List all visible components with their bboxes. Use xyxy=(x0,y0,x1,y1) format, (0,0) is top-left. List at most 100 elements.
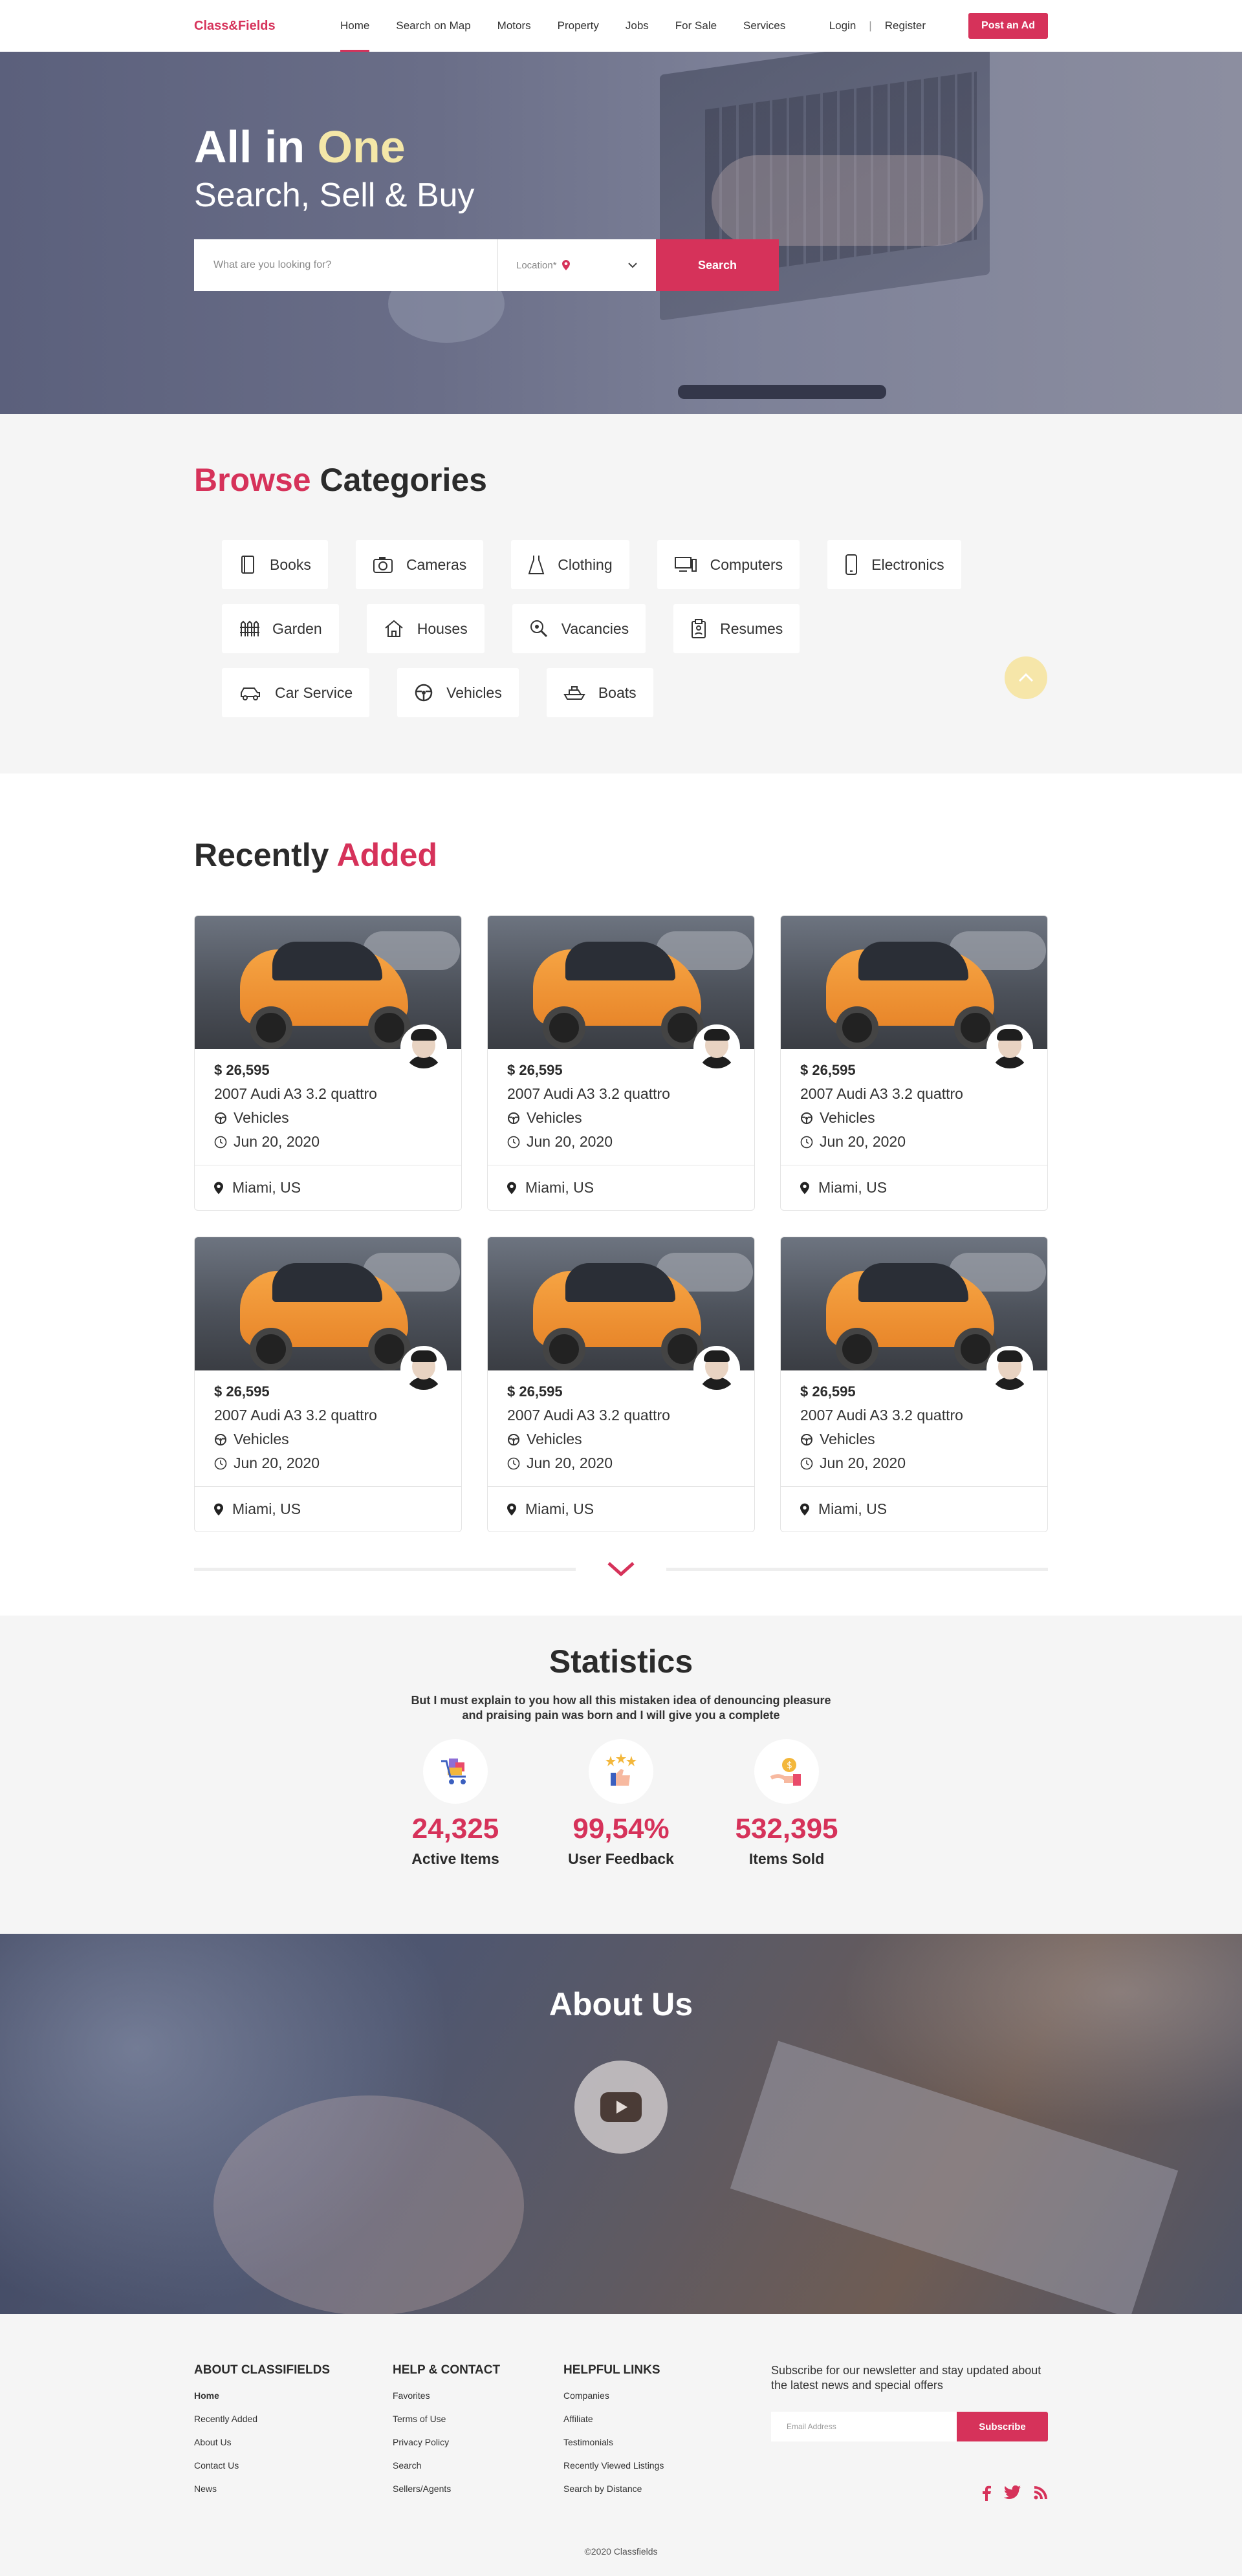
category-car-service[interactable]: Car Service xyxy=(222,668,370,717)
listing-location-label: Miami, US xyxy=(232,1179,301,1196)
login-link[interactable]: Login xyxy=(829,19,856,32)
nav-item-motors[interactable]: Motors xyxy=(497,0,531,52)
hand-coin-icon: $ xyxy=(754,1738,819,1804)
footer-col-helpful: HELPFUL LINKS Companies Affiliate Testim… xyxy=(563,2363,771,2507)
listing-location-label: Miami, US xyxy=(525,1179,594,1196)
avatar-hair xyxy=(997,1029,1023,1041)
register-link[interactable]: Register xyxy=(885,19,926,32)
listing-category-label: Vehicles xyxy=(527,1431,582,1447)
listing-title[interactable]: 2007 Audi A3 3.2 quattro xyxy=(507,1085,735,1103)
category-vehicles[interactable]: Vehicles xyxy=(397,668,519,717)
facebook-icon[interactable] xyxy=(982,2485,991,2501)
map-pin-icon xyxy=(800,1182,809,1194)
category-vacancies[interactable]: Vacancies xyxy=(512,604,646,653)
footer-link-home[interactable]: Home xyxy=(194,2390,393,2401)
listing-card[interactable]: $ 26,595 2007 Audi A3 3.2 quattro Vehicl… xyxy=(780,915,1048,1211)
listing-card[interactable]: $ 26,595 2007 Audi A3 3.2 quattro Vehicl… xyxy=(780,1237,1048,1532)
listing-location-label: Miami, US xyxy=(818,1500,888,1517)
footer-link-affiliate[interactable]: Affiliate xyxy=(563,2414,771,2424)
seller-avatar[interactable] xyxy=(986,1024,1033,1071)
seller-avatar[interactable] xyxy=(986,1346,1033,1392)
top-header: Class&Fields Home Search on Map Motors P… xyxy=(0,0,1242,52)
post-ad-button[interactable]: Post an Ad xyxy=(968,13,1048,39)
listing-title[interactable]: 2007 Audi A3 3.2 quattro xyxy=(507,1407,735,1424)
nav-item-home[interactable]: Home xyxy=(340,0,370,52)
location-select[interactable]: Location* xyxy=(498,239,656,291)
nav-item-property[interactable]: Property xyxy=(558,0,599,52)
email-field[interactable]: Email Address xyxy=(771,2412,957,2441)
footer-link-sellers[interactable]: Sellers/Agents xyxy=(393,2484,563,2494)
category-books[interactable]: Books xyxy=(222,540,328,589)
footer-link-recently-added[interactable]: Recently Added xyxy=(194,2414,393,2424)
footer-link-about-us[interactable]: About Us xyxy=(194,2437,393,2447)
site-logo[interactable]: Class&Fields xyxy=(194,19,340,34)
category-resumes[interactable]: Resumes xyxy=(673,604,800,653)
search-button[interactable]: Search xyxy=(656,239,779,291)
rss-icon[interactable] xyxy=(1034,2485,1048,2500)
hero-title: All in One xyxy=(194,124,1048,169)
nav-item-search-on-map[interactable]: Search on Map xyxy=(396,0,470,52)
map-pin-icon xyxy=(214,1182,223,1194)
location-label: Location* xyxy=(516,259,557,271)
category-houses[interactable]: Houses xyxy=(366,604,485,653)
category-cameras[interactable]: Cameras xyxy=(355,540,484,589)
steering-wheel-icon xyxy=(508,1433,519,1445)
listing-card[interactable]: $ 26,595 2007 Audi A3 3.2 quattro Vehicl… xyxy=(194,915,462,1211)
listing-category: Vehicles xyxy=(214,1431,442,1448)
footer-link-search-distance[interactable]: Search by Distance xyxy=(563,2484,771,2494)
category-electronics[interactable]: Electronics xyxy=(827,540,961,589)
footer-link-news[interactable]: News xyxy=(194,2484,393,2494)
listing-card[interactable]: $ 26,595 2007 Audi A3 3.2 quattro Vehicl… xyxy=(487,915,755,1211)
svg-text:$: $ xyxy=(787,1760,792,1771)
footer-col-help: HELP & CONTACT Favorites Terms of Use Pr… xyxy=(393,2363,563,2507)
listing-category: Vehicles xyxy=(800,1109,1028,1127)
footer-link-privacy[interactable]: Privacy Policy xyxy=(393,2437,563,2447)
statistics-title: Statistics xyxy=(549,1643,693,1680)
listing-title[interactable]: 2007 Audi A3 3.2 quattro xyxy=(214,1085,442,1103)
twitter-icon[interactable] xyxy=(1004,2485,1021,2500)
listing-card[interactable]: $ 26,595 2007 Audi A3 3.2 quattro Vehicl… xyxy=(194,1237,462,1532)
footer-link-testimonials[interactable]: Testimonials xyxy=(563,2437,771,2447)
listing-category: Vehicles xyxy=(800,1431,1028,1448)
category-garden[interactable]: Garden xyxy=(222,604,339,653)
nav-item-services[interactable]: Services xyxy=(743,0,785,52)
load-more-chevron-icon[interactable] xyxy=(604,1559,638,1579)
seller-avatar[interactable] xyxy=(400,1346,447,1392)
footer-link-recently-viewed[interactable]: Recently Viewed Listings xyxy=(563,2460,771,2471)
footer-link-favorites[interactable]: Favorites xyxy=(393,2390,563,2401)
listing-location-label: Miami, US xyxy=(525,1500,594,1517)
car-window-shape xyxy=(565,1263,675,1302)
category-clothing[interactable]: Clothing xyxy=(511,540,629,589)
seller-avatar[interactable] xyxy=(693,1024,740,1071)
category-label: Electronics xyxy=(871,556,944,573)
seller-avatar[interactable] xyxy=(400,1024,447,1071)
clock-icon xyxy=(800,1136,813,1148)
footer-link-companies[interactable]: Companies xyxy=(563,2390,771,2401)
subscribe-button[interactable]: Subscribe xyxy=(957,2412,1048,2441)
seller-avatar[interactable] xyxy=(693,1346,740,1392)
about-title: About Us xyxy=(549,1986,693,2022)
listing-category: Vehicles xyxy=(507,1431,735,1448)
car-wheel-shape xyxy=(543,1006,585,1049)
listing-title[interactable]: 2007 Audi A3 3.2 quattro xyxy=(214,1407,442,1424)
map-pin-icon xyxy=(800,1503,809,1515)
footer-link-terms[interactable]: Terms of Use xyxy=(393,2414,563,2424)
site-footer: ABOUT CLASSIFIELDS Home Recently Added A… xyxy=(0,2314,1242,2576)
category-boats[interactable]: Boats xyxy=(546,668,653,717)
nav-item-for-sale[interactable]: For Sale xyxy=(675,0,717,52)
phone-icon xyxy=(845,554,858,575)
listing-card[interactable]: $ 26,595 2007 Audi A3 3.2 quattro Vehicl… xyxy=(487,1237,755,1532)
listing-location: Miami, US xyxy=(488,1486,754,1532)
nav-item-jobs[interactable]: Jobs xyxy=(626,0,649,52)
footer-link-contact-us[interactable]: Contact Us xyxy=(194,2460,393,2471)
search-input[interactable]: What are you looking for? xyxy=(194,239,498,291)
listing-date: Jun 20, 2020 xyxy=(800,1133,1028,1151)
listing-title[interactable]: 2007 Audi A3 3.2 quattro xyxy=(800,1407,1028,1424)
video-play-button[interactable] xyxy=(574,2061,668,2154)
footer-link-search[interactable]: Search xyxy=(393,2460,563,2471)
category-computers[interactable]: Computers xyxy=(657,540,800,589)
listing-title[interactable]: 2007 Audi A3 3.2 quattro xyxy=(800,1085,1028,1103)
scroll-to-top-button[interactable] xyxy=(1005,656,1047,699)
about-background-shape xyxy=(213,2095,524,2314)
recent-title-part: Recently xyxy=(194,837,329,873)
